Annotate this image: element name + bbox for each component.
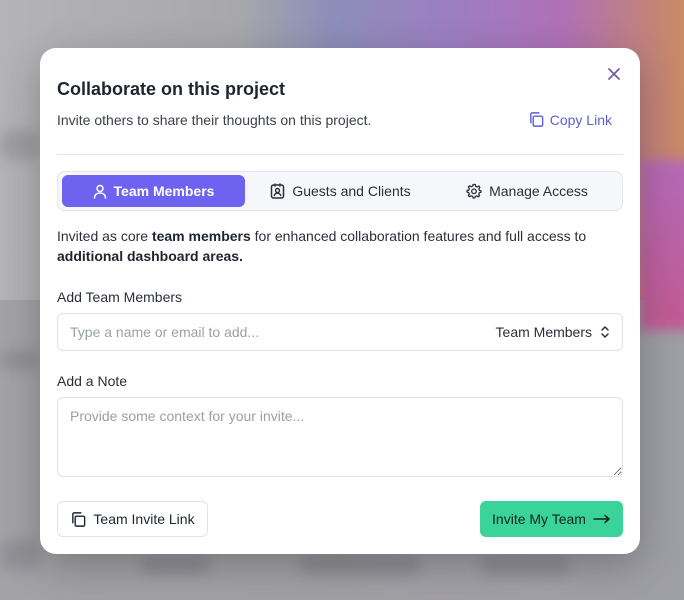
tab-description: Invited as core team members for enhance… [57, 226, 617, 266]
background-blur-shape [0, 350, 40, 370]
divider [57, 154, 623, 155]
gear-icon [466, 183, 482, 199]
description-text: for enhanced collaboration features and … [250, 228, 587, 244]
modal-title: Collaborate on this project [57, 79, 286, 99]
note-textarea[interactable] [57, 397, 623, 477]
close-button[interactable] [606, 66, 622, 82]
add-members-input[interactable] [70, 324, 496, 340]
description-bold: additional dashboard areas. [57, 248, 243, 264]
copy-icon [72, 511, 86, 527]
tab-bar: Team Members Guests and Clients Manage A… [57, 171, 623, 211]
background-blur-shape [0, 130, 40, 160]
team-invite-link-button[interactable]: Team Invite Link [57, 501, 208, 537]
tab-guests-and-clients[interactable]: Guests and Clients [249, 175, 432, 207]
invite-modal: Collaborate on this project Invite other… [40, 48, 640, 554]
user-icon [93, 184, 106, 199]
background-blur-shape [480, 556, 570, 574]
tab-manage-access[interactable]: Manage Access [436, 175, 618, 207]
add-members-label: Add Team Members [57, 289, 183, 305]
contact-card-icon [271, 183, 285, 199]
background-blur-shape [0, 540, 40, 570]
background-accent [640, 160, 684, 330]
arrow-right-icon [593, 514, 610, 524]
note-label: Add a Note [57, 373, 128, 389]
copy-link-label: Copy Link [549, 111, 612, 128]
invite-my-team-button[interactable]: Invite My Team [480, 501, 623, 537]
tab-label: Guests and Clients [292, 183, 411, 199]
add-members-field: Team Members [57, 313, 623, 351]
tab-label: Team Members [113, 183, 215, 199]
chevron-up-down-icon [601, 326, 609, 338]
tab-label: Manage Access [489, 183, 588, 199]
invite-button-label: Invite My Team [492, 511, 586, 527]
modal-subtitle: Invite others to share their thoughts on… [57, 112, 372, 128]
tab-team-members[interactable]: Team Members [62, 175, 245, 207]
copy-icon [529, 112, 544, 127]
background-blur-shape [140, 556, 210, 574]
description-bold: team members [151, 228, 251, 244]
role-select[interactable]: Team Members [496, 324, 610, 340]
description-text: Invited as core [57, 228, 152, 244]
copy-link-button[interactable]: Copy Link [528, 111, 612, 128]
role-select-value: Team Members [495, 324, 592, 340]
background-blur-shape [300, 556, 420, 574]
close-icon [608, 68, 620, 80]
team-invite-link-label: Team Invite Link [93, 511, 195, 527]
